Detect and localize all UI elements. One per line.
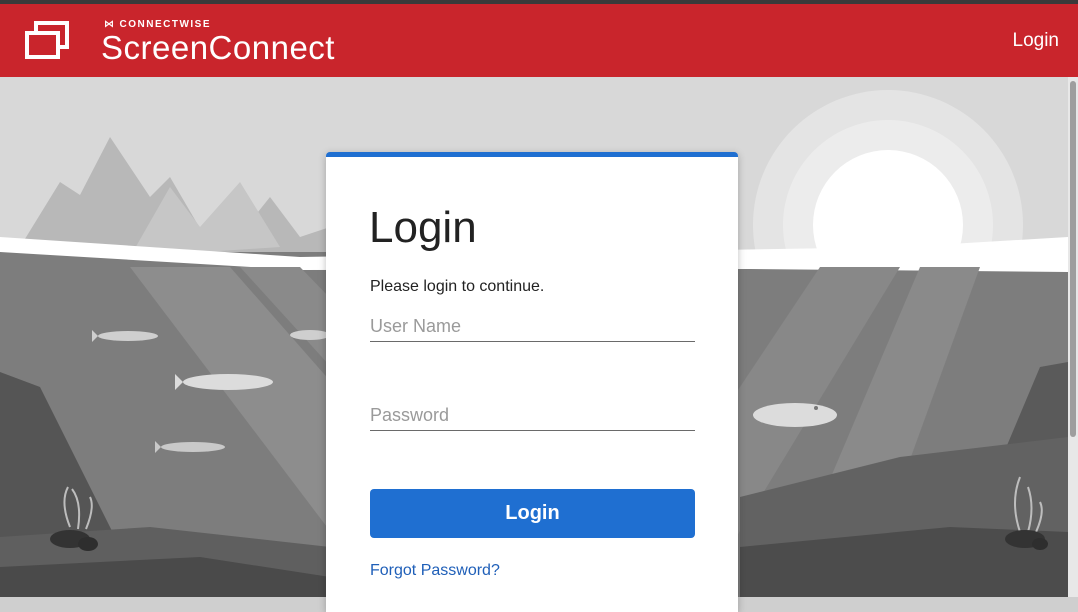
password-input[interactable] [370,401,695,431]
page-scrollbar[interactable] [1068,77,1078,597]
forgot-password-link[interactable]: Forgot Password? [370,562,500,580]
app-header: ⋈ CONNECTWISE ScreenConnect Login [0,4,1078,77]
username-input[interactable] [370,312,695,342]
login-title: Login [369,203,477,252]
login-button[interactable]: Login [370,489,695,538]
screenconnect-logo-icon [25,21,69,59]
header-login-link[interactable]: Login [1013,30,1060,52]
brand-product-name: ScreenConnect [101,29,335,66]
scrollbar-thumb[interactable] [1070,81,1076,437]
username-field [370,312,695,342]
login-card: Login Please login to continue. Login Fo… [326,152,738,612]
password-field [370,401,695,431]
login-subtitle: Please login to continue. [370,278,545,295]
